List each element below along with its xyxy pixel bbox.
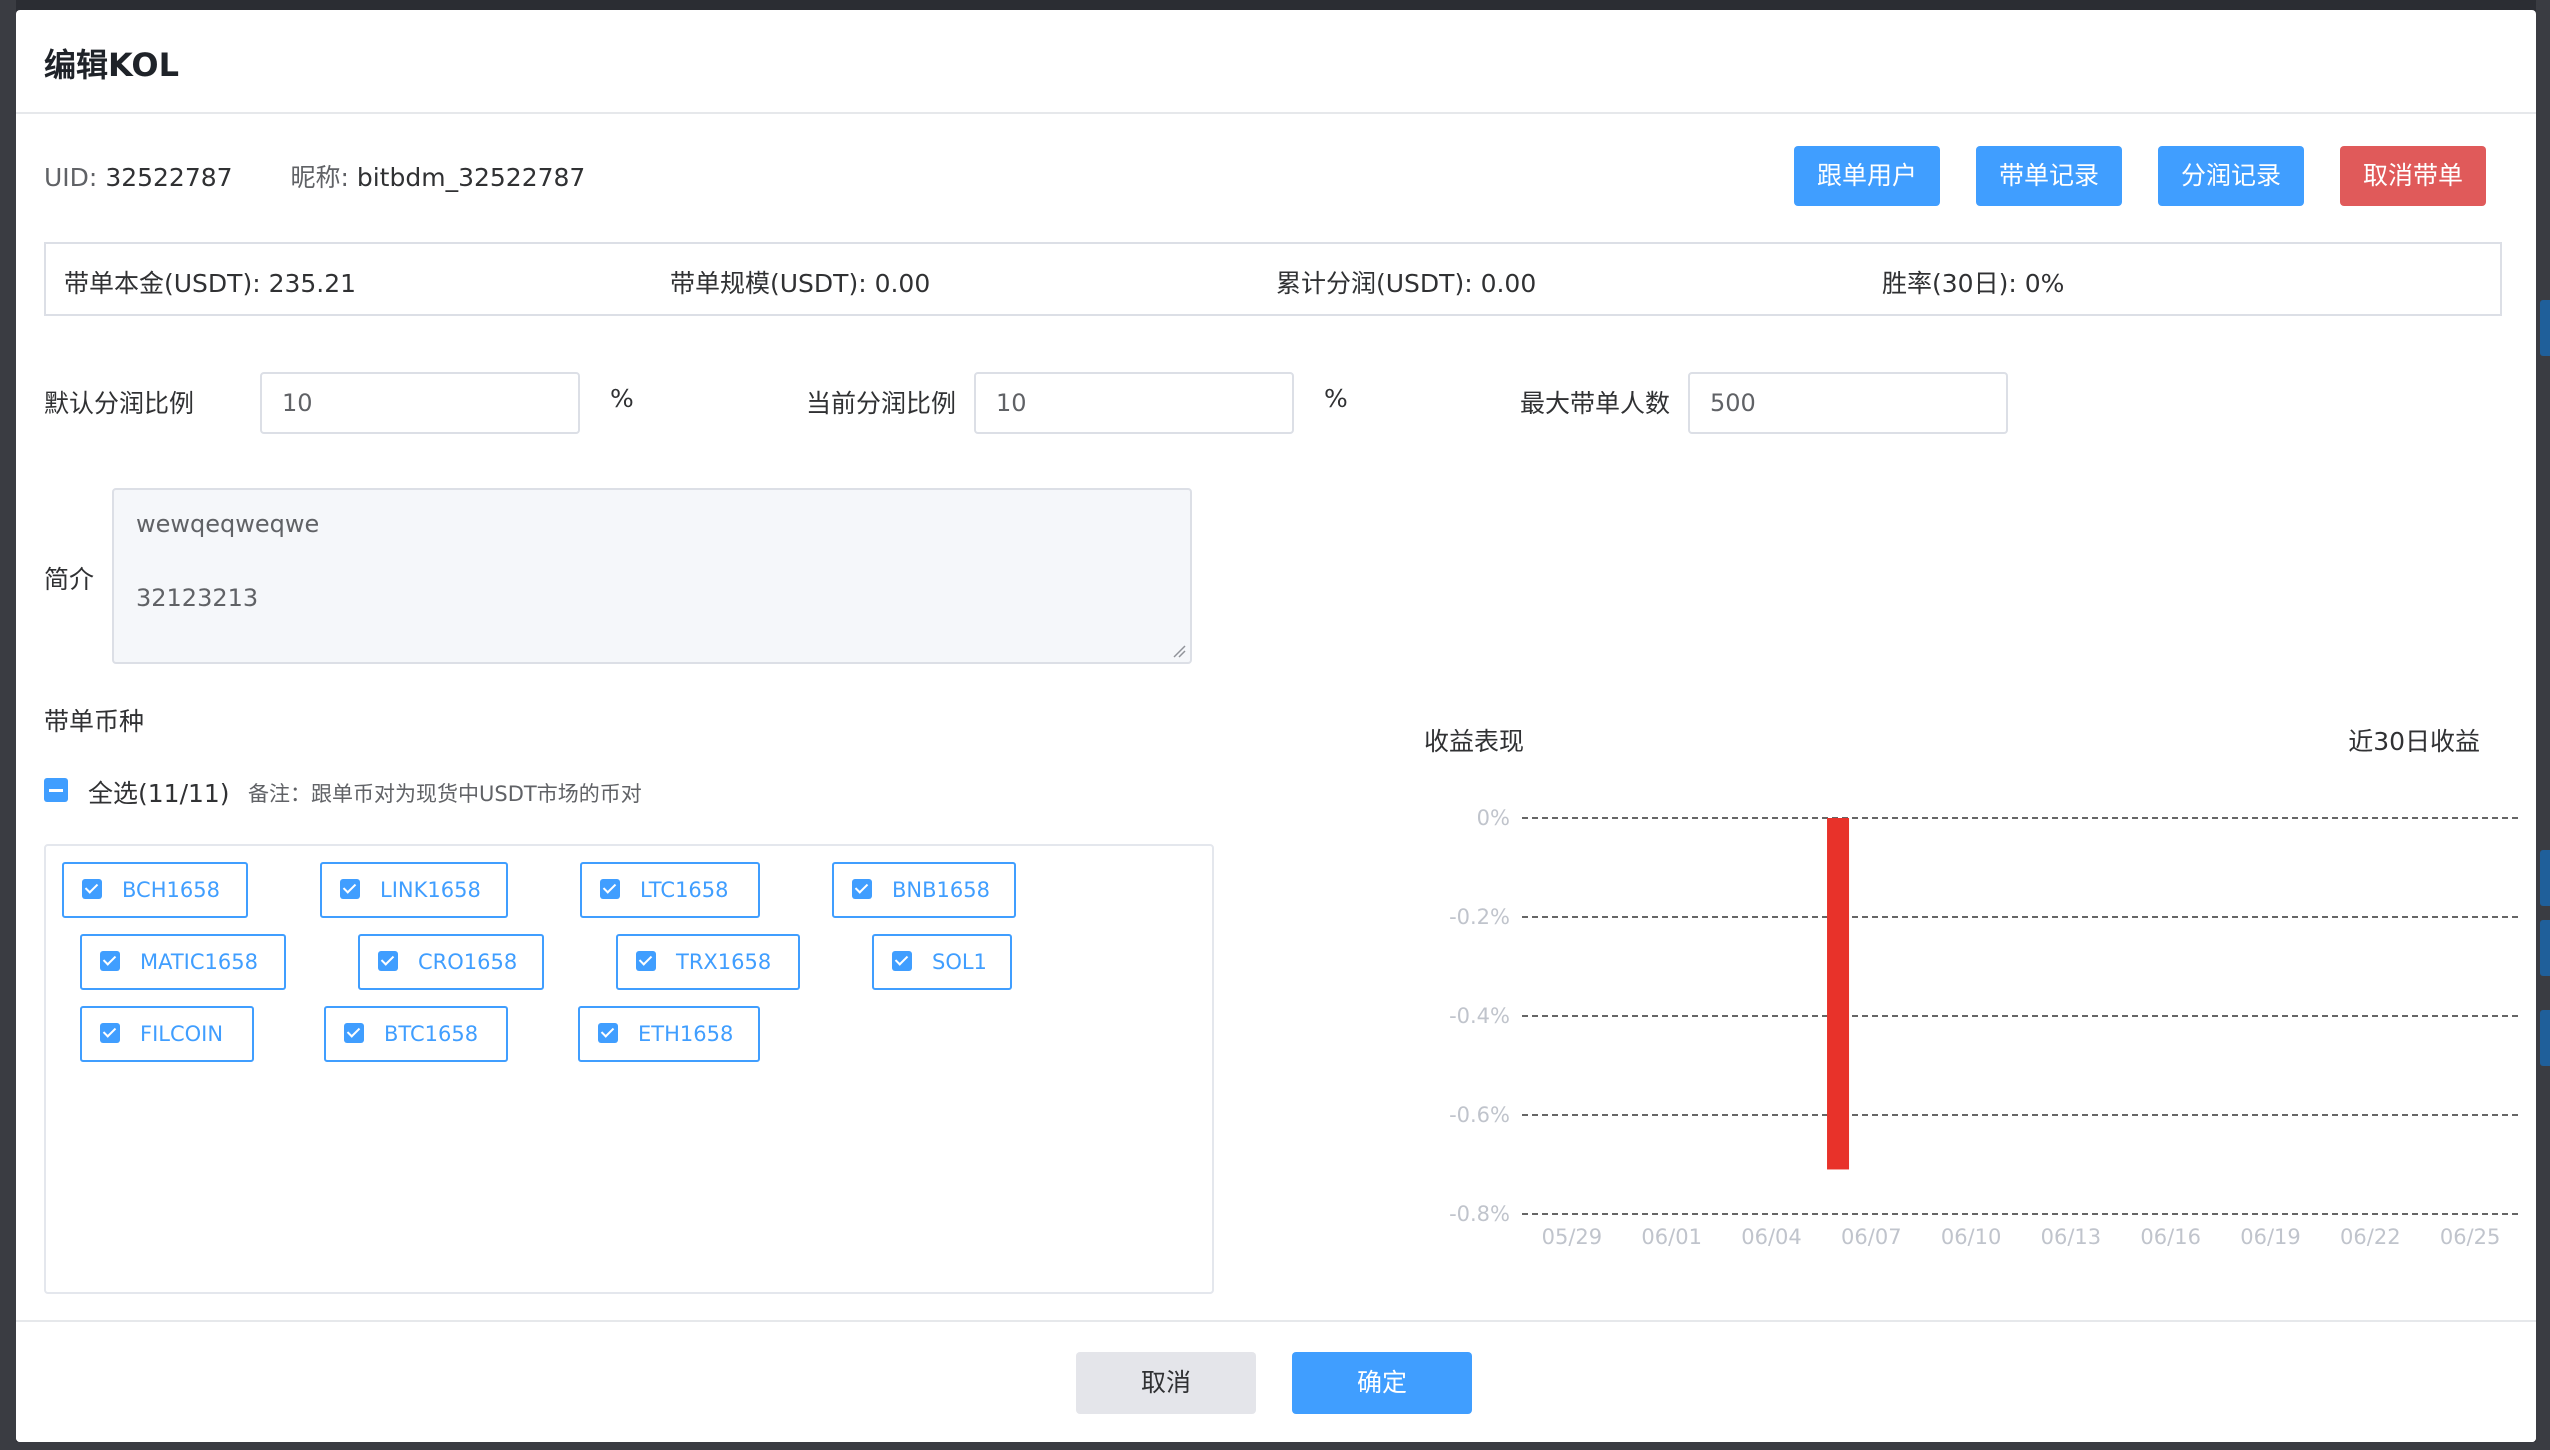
intro-line: 32123213 — [136, 584, 259, 612]
checkbox-checked-icon — [340, 879, 360, 899]
checkbox-checked-icon — [100, 951, 120, 971]
max-followers-label: 最大带单人数 — [1520, 389, 1671, 418]
current-ratio-percent: % — [1324, 384, 1348, 413]
edit-kol-dialog: 编辑KOL UID: 32522787 昵称: bitbdm_32522787 … — [16, 10, 2536, 1442]
coin-label: SOL1 — [932, 950, 987, 974]
coin-checkbox-eth[interactable]: ETH1658 — [578, 1006, 760, 1062]
y-tick-label: -0.4% — [1449, 1004, 1510, 1028]
x-tick-label: 06/10 — [1941, 1225, 2002, 1249]
checkbox-checked-icon — [892, 951, 912, 971]
current-ratio-label: 当前分润比例 — [806, 389, 957, 418]
profit-records-button[interactable]: 分润记录 — [2158, 146, 2304, 206]
stat-total-profit-share: 累计分润(USDT): 0.00 — [1276, 269, 1537, 298]
x-tick-label: 06/25 — [2440, 1225, 2501, 1249]
coin-list: BCH1658 LINK1658 LTC1658 BNB1658 MATIC16… — [44, 844, 1214, 1294]
coin-checkbox-ltc[interactable]: LTC1658 — [580, 862, 760, 918]
stat-scale: 带单规模(USDT): 0.00 — [670, 269, 931, 298]
coin-label: FILCOIN — [140, 1022, 224, 1046]
x-tick-label: 06/16 — [2140, 1225, 2201, 1249]
x-tick-label: 06/01 — [1641, 1225, 1702, 1249]
background-page-right — [2536, 0, 2550, 1450]
coin-checkbox-filcoin[interactable]: FILCOIN — [80, 1006, 254, 1062]
coin-label: BNB1658 — [892, 878, 990, 902]
intro-label: 简介 — [44, 565, 95, 594]
coin-checkbox-link[interactable]: LINK1658 — [320, 862, 508, 918]
uid-value: 32522787 — [105, 163, 233, 192]
background-blip — [2540, 1010, 2550, 1066]
coin-label: CRO1658 — [418, 950, 518, 974]
default-ratio-percent: % — [610, 384, 634, 413]
confirm-button[interactable]: 确定 — [1292, 1352, 1472, 1414]
y-tick-label: -0.6% — [1449, 1103, 1510, 1127]
y-tick-label: -0.8% — [1449, 1202, 1510, 1226]
coin-checkbox-bch[interactable]: BCH1658 — [62, 862, 248, 918]
x-tick-label: 06/04 — [1741, 1225, 1802, 1249]
coins-remark: 备注：跟单币对为现货中USDT市场的币对 — [248, 782, 642, 806]
coin-checkbox-cro[interactable]: CRO1658 — [358, 934, 544, 990]
dialog-footer: 取消 确定 — [16, 1320, 2536, 1442]
coin-label: BTC1658 — [384, 1022, 479, 1046]
y-tick-label: -0.2% — [1449, 905, 1510, 929]
cancel-lead-button[interactable]: 取消带单 — [2340, 146, 2486, 206]
checkbox-checked-icon — [82, 879, 102, 899]
coin-label: TRX1658 — [676, 950, 772, 974]
x-tick-label: 06/19 — [2240, 1225, 2301, 1249]
x-tick-label: 06/07 — [1841, 1225, 1902, 1249]
order-records-button[interactable]: 带单记录 — [1976, 146, 2122, 206]
x-tick-label: 05/29 — [1542, 1225, 1603, 1249]
select-all-label[interactable]: 全选(11/11) — [88, 774, 230, 810]
coin-label: LINK1658 — [380, 878, 481, 902]
background-page-bottom — [0, 1442, 2550, 1450]
intro-textarea[interactable]: wewqeqweqwe 32123213 — [112, 488, 1192, 664]
x-tick-label: 06/22 — [2340, 1225, 2401, 1249]
dialog-title: 编辑KOL — [44, 46, 179, 84]
coin-label: MATIC1658 — [140, 950, 258, 974]
coin-label: ETH1658 — [638, 1022, 734, 1046]
cancel-button[interactable]: 取消 — [1076, 1352, 1256, 1414]
uid-label: UID: — [44, 163, 98, 192]
select-all-checkbox[interactable] — [44, 778, 68, 802]
coin-checkbox-btc[interactable]: BTC1658 — [324, 1006, 508, 1062]
user-info: UID: 32522787 昵称: bitbdm_32522787 — [44, 158, 585, 194]
stat-win-rate: 胜率(30日): 0% — [1882, 269, 2065, 298]
coin-label: LTC1658 — [640, 878, 729, 902]
default-ratio-input[interactable]: 10 — [260, 372, 580, 434]
nickname-label: 昵称: — [290, 163, 349, 192]
checkbox-checked-icon — [378, 951, 398, 971]
nickname-value: bitbdm_32522787 — [356, 163, 586, 192]
checkbox-checked-icon — [598, 1023, 618, 1043]
dialog-header: 编辑KOL — [16, 10, 2536, 114]
stats-bar: 带单本金(USDT): 235.21 带单规模(USDT): 0.00 累计分润… — [44, 242, 2502, 316]
followers-button[interactable]: 跟单用户 — [1794, 146, 1940, 206]
checkbox-checked-icon — [600, 879, 620, 899]
profit-bar — [1827, 818, 1850, 1170]
checkbox-checked-icon — [100, 1023, 120, 1043]
current-ratio-input[interactable]: 10 — [974, 372, 1294, 434]
default-ratio-label: 默认分润比例 — [44, 389, 195, 418]
max-followers-input[interactable]: 500 — [1688, 372, 2008, 434]
chart-subtitle: 近30日收益 — [2348, 727, 2480, 756]
coin-checkbox-sol[interactable]: SOL1 — [872, 934, 1012, 990]
coin-checkbox-matic[interactable]: MATIC1658 — [80, 934, 286, 990]
profit-chart: 0% -0.2% -0.4% -0.6% -0.8% 05/29 06/01 06/04 06/… — [1449, 806, 2520, 1249]
chart-title: 收益表现 — [1424, 727, 1525, 756]
stat-principal: 带单本金(USDT): 235.21 — [64, 269, 357, 298]
checkbox-checked-icon — [852, 879, 872, 899]
coin-checkbox-trx[interactable]: TRX1658 — [616, 934, 800, 990]
checkbox-checked-icon — [636, 951, 656, 971]
coin-label: BCH1658 — [122, 878, 220, 902]
background-blip — [2540, 850, 2550, 906]
background-page-left — [0, 0, 16, 1450]
resize-handle-icon[interactable] — [1172, 644, 1186, 658]
background-blip — [2540, 920, 2550, 976]
background-blip — [2540, 300, 2550, 356]
coin-checkbox-bnb[interactable]: BNB1658 — [832, 862, 1016, 918]
intro-line: wewqeqweqwe — [136, 510, 320, 538]
y-tick-label: 0% — [1477, 806, 1510, 830]
checkbox-checked-icon — [344, 1023, 364, 1043]
x-tick-label: 06/13 — [2041, 1225, 2102, 1249]
coins-section-label: 带单币种 — [44, 707, 145, 736]
